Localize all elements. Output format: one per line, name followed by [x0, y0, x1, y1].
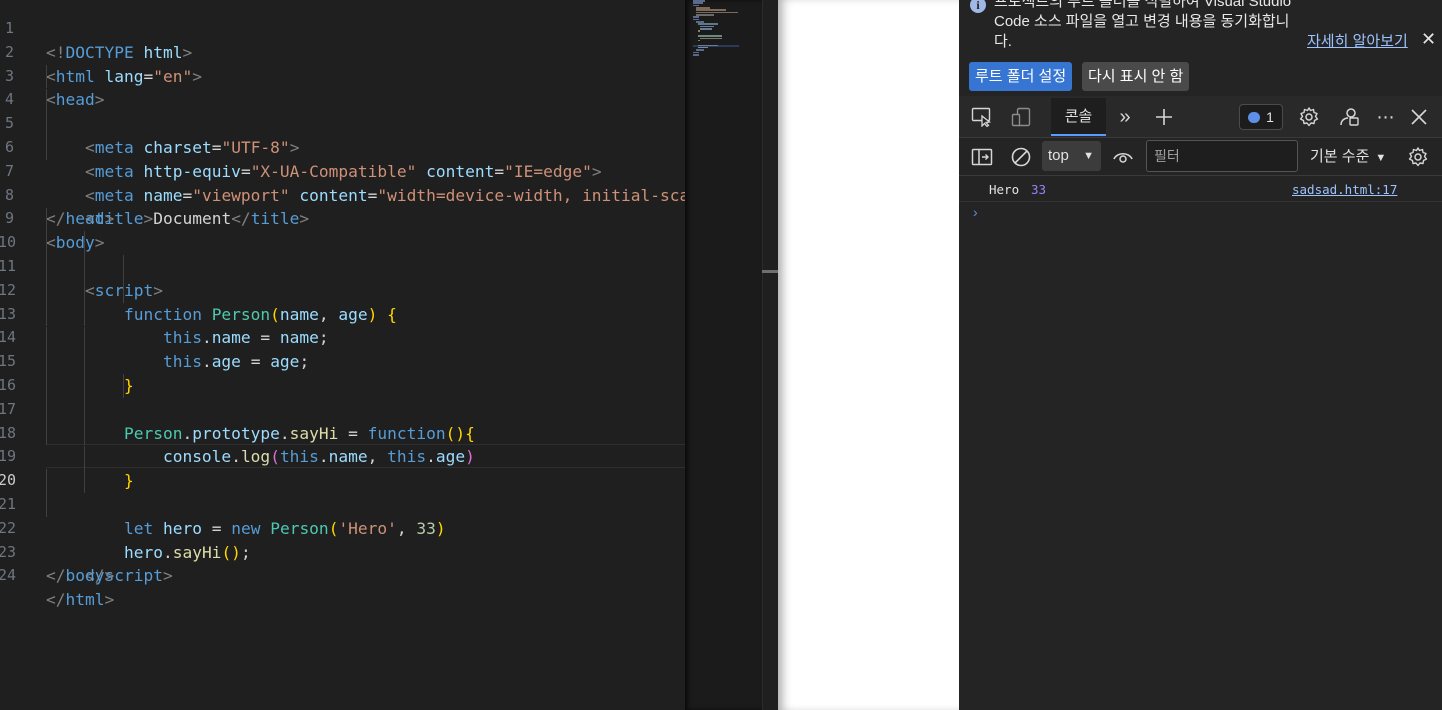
dropdown-arrow-icon: ▼	[1375, 152, 1387, 164]
code-line[interactable]: 21 hero.sayHi();	[0, 469, 685, 562]
message-bubble-icon	[1248, 111, 1261, 123]
code-editor[interactable]: 1 <!DOCTYPE html> 2 <html lang="en"> 3 <…	[0, 0, 685, 710]
devtools-panel: i 프로젝트의 루트 폴더를 식별하여 Visual Studio Code 소…	[959, 0, 1442, 710]
context-value: top	[1048, 147, 1069, 164]
code-line[interactable]: 15	[0, 326, 685, 370]
console-message-text: Hero	[989, 182, 1020, 197]
minimap-content	[693, 0, 739, 56]
browser-page-preview[interactable]	[778, 0, 959, 710]
learn-more-link[interactable]: 자세히 알아보기	[1307, 30, 1408, 51]
context-selector[interactable]: top ▼	[1042, 141, 1101, 171]
console-settings-gear-icon[interactable]	[1406, 138, 1430, 176]
console-prompt-chevron-icon[interactable]: ›	[973, 204, 978, 220]
code-line[interactable]: 11 function Person(name, age) {	[0, 231, 685, 324]
info-message: 프로젝트의 루트 폴더를 식별하여 Visual Studio Code 소스 …	[994, 0, 1292, 50]
log-levels-dropdown[interactable]: 기본 수준 ▼	[1310, 138, 1386, 176]
console-message-number: 33	[1031, 182, 1047, 197]
code-line[interactable]: 23 </body>	[0, 517, 685, 586]
code-line[interactable]: 3 <head>	[0, 41, 685, 110]
minimap[interactable]	[685, 0, 762, 710]
close-devtools-icon[interactable]	[1409, 96, 1429, 138]
device-emulation-icon[interactable]	[1009, 96, 1035, 138]
more-options-icon[interactable]: ⋯	[1375, 96, 1397, 138]
tab-console[interactable]: 콘솔	[1051, 98, 1106, 136]
devtools-toolbar: 콘솔 » 1 ⋯	[959, 96, 1442, 138]
code-line[interactable]: 8 </head>	[0, 160, 685, 229]
code-line[interactable]: 5 <meta http-equiv="X-UA-Compatible" con…	[0, 88, 685, 181]
code-line[interactable]: 19	[0, 421, 685, 465]
issues-count: 1	[1266, 109, 1274, 125]
console-source-link[interactable]: sadsad.html:17	[1292, 178, 1397, 202]
code-line[interactable]: 17 console.log(this.name, this.age)	[0, 374, 685, 466]
close-icon[interactable]: ✕	[1421, 29, 1436, 50]
live-expression-eye-icon[interactable]	[1111, 138, 1135, 176]
info-icon: i	[970, 0, 986, 13]
dont-show-again-button[interactable]: 다시 표시 안 함	[1082, 62, 1190, 91]
code-line[interactable]: 22 </script>	[0, 493, 685, 585]
code-line[interactable]: 13 this.age = age;	[0, 278, 685, 371]
filter-input[interactable]	[1146, 140, 1298, 172]
workspace-info-bar: i 프로젝트의 루트 폴더를 식별하여 Visual Studio Code 소…	[959, 0, 1442, 96]
code-line[interactable]: 2 <html lang="en">	[0, 17, 685, 86]
console-message[interactable]: Hero 33 sadsad.html:17	[959, 178, 1442, 202]
inspect-element-icon[interactable]	[969, 96, 995, 138]
issues-counter-button[interactable]: 1	[1239, 104, 1283, 130]
code-line[interactable]: 7 <title>Document</title>	[0, 136, 685, 228]
more-tabs-icon[interactable]: »	[1114, 96, 1136, 138]
set-root-folder-button[interactable]: 루트 폴더 설정	[969, 62, 1073, 91]
code-line-active[interactable]: 20 let hero = new Person('Hero', 33)	[0, 445, 685, 538]
editor-scrollbar[interactable]	[762, 0, 778, 710]
code-line[interactable]: 10 <script>	[0, 207, 685, 300]
scrollbar-cursor-marker	[762, 270, 778, 273]
customize-connection-icon[interactable]	[1336, 96, 1362, 138]
console-filter-bar: top ▼ 기본 수준 ▼	[959, 138, 1442, 176]
code-line[interactable]: 18 }	[0, 397, 685, 490]
code-line[interactable]: 24 </html>	[0, 541, 685, 609]
clear-console-icon[interactable]	[1009, 138, 1033, 176]
settings-gear-icon[interactable]	[1296, 96, 1322, 138]
code-line[interactable]: 6 <meta name="viewport" content="width=d…	[0, 112, 685, 205]
toggle-sidebar-icon[interactable]	[970, 138, 994, 176]
log-levels-label: 기본 수준	[1310, 148, 1370, 165]
line-number: 24	[0, 566, 17, 585]
add-tab-icon[interactable]	[1151, 96, 1177, 138]
code-line[interactable]: 9 <body>	[0, 184, 685, 252]
code-line[interactable]: 16 Person.prototype.sayHi = function(){	[0, 350, 685, 443]
code-line[interactable]: 1 <!DOCTYPE html>	[0, 0, 685, 62]
code-line[interactable]: 14 }	[0, 302, 685, 395]
code-line[interactable]: 4 <meta charset="UTF-8">	[0, 64, 685, 157]
dropdown-arrow-icon: ▼	[1083, 150, 1094, 162]
code-line[interactable]: 12 this.name = name;	[0, 255, 685, 347]
